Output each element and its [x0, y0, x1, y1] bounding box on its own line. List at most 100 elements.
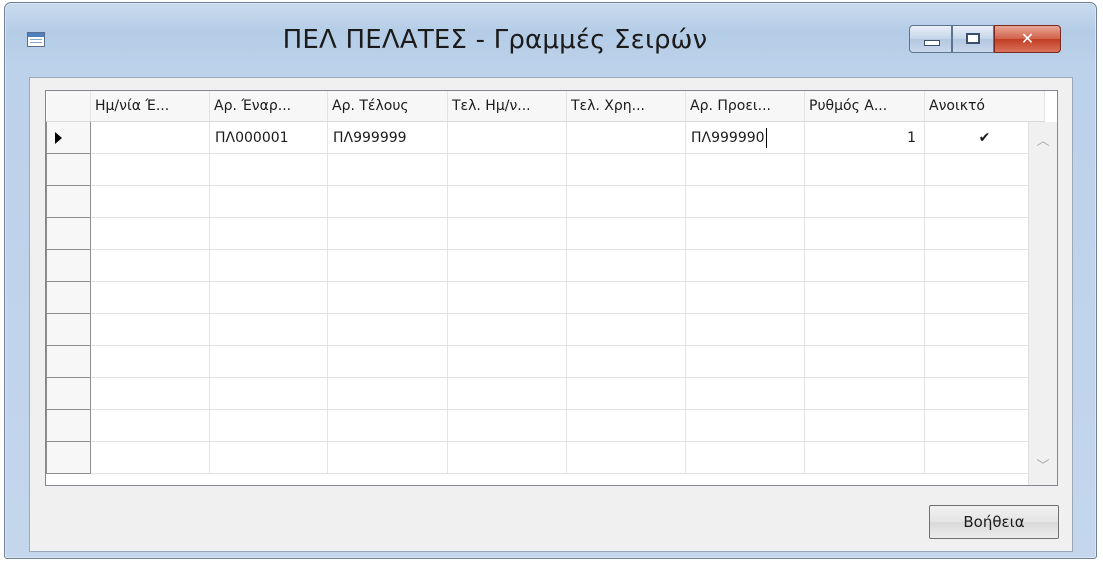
grid-cell[interactable] — [685, 153, 805, 186]
grid-cell[interactable] — [90, 345, 210, 378]
scroll-down-icon[interactable]: ﹀ — [1029, 453, 1057, 481]
grid-cell[interactable] — [566, 217, 686, 250]
grid-cell[interactable] — [566, 313, 686, 346]
grid-cell[interactable] — [685, 441, 805, 474]
grid-cell[interactable] — [90, 441, 210, 474]
grid-cell[interactable] — [90, 153, 210, 186]
grid-cell[interactable] — [447, 281, 567, 314]
grid-cell[interactable] — [685, 377, 805, 410]
grid-cell[interactable] — [804, 185, 925, 218]
table-row[interactable] — [46, 281, 1045, 314]
grid-cell[interactable] — [447, 441, 567, 474]
cell-start-no[interactable]: ΠΛ000001 — [209, 121, 328, 154]
grid-cell[interactable] — [209, 185, 328, 218]
column-header-warning-no[interactable]: Αρ. Προει... — [685, 91, 805, 122]
grid-cell[interactable] — [804, 281, 925, 314]
table-row[interactable] — [46, 313, 1045, 346]
grid-cell[interactable] — [566, 441, 686, 474]
grid-cell[interactable] — [804, 313, 925, 346]
grid-cell[interactable] — [327, 281, 448, 314]
grid-cell[interactable] — [90, 217, 210, 250]
column-header-date[interactable]: Ημ/νία Έ... — [90, 91, 210, 122]
grid-cell[interactable] — [447, 153, 567, 186]
cell-end-no[interactable]: ΠΛ999999 — [327, 121, 448, 154]
table-row[interactable] — [46, 185, 1045, 218]
table-row[interactable] — [46, 217, 1045, 250]
table-row[interactable] — [46, 153, 1045, 186]
grid-cell[interactable] — [804, 377, 925, 410]
grid-cell[interactable] — [90, 185, 210, 218]
grid-cell[interactable] — [685, 249, 805, 282]
table-row[interactable] — [46, 249, 1045, 282]
grid-cell[interactable] — [209, 249, 328, 282]
help-button[interactable]: Βοήθεια — [929, 505, 1059, 539]
grid-cell[interactable] — [566, 185, 686, 218]
grid-cell[interactable] — [685, 185, 805, 218]
grid-cell[interactable] — [804, 441, 925, 474]
grid-cell[interactable] — [924, 441, 1045, 474]
table-form-icon[interactable] — [27, 32, 45, 47]
grid-cell[interactable] — [209, 217, 328, 250]
grid-cell[interactable] — [447, 217, 567, 250]
grid-cell[interactable] — [447, 345, 567, 378]
row-selector[interactable] — [46, 249, 91, 282]
grid-cell[interactable] — [804, 217, 925, 250]
cell-open-checkbox[interactable]: ✔ — [924, 121, 1045, 154]
row-selector[interactable] — [46, 281, 91, 314]
column-header-last-date[interactable]: Τελ. Ημ/ν... — [447, 91, 567, 122]
grid-cell[interactable] — [209, 441, 328, 474]
grid-cell[interactable] — [685, 345, 805, 378]
grid-cell[interactable] — [327, 409, 448, 442]
cell-date[interactable] — [90, 121, 210, 154]
grid-cell[interactable] — [685, 217, 805, 250]
cell-last-date[interactable] — [447, 121, 567, 154]
column-header-end-no[interactable]: Αρ. Τέλους — [327, 91, 448, 122]
grid-cell[interactable] — [924, 185, 1045, 218]
grid-cell[interactable] — [447, 409, 567, 442]
row-selector[interactable] — [46, 409, 91, 442]
grid-cell[interactable] — [566, 281, 686, 314]
grid-cell[interactable] — [90, 281, 210, 314]
grid-cell[interactable] — [209, 409, 328, 442]
row-selector[interactable] — [46, 153, 91, 186]
grid-cell[interactable] — [804, 345, 925, 378]
column-header-open[interactable]: Ανοικτό — [924, 91, 1045, 122]
row-selector[interactable] — [46, 377, 91, 410]
grid-cell[interactable] — [566, 345, 686, 378]
cell-warning-no[interactable]: ΠΛ999990 — [685, 121, 805, 154]
grid-cell[interactable] — [924, 345, 1045, 378]
row-selector[interactable] — [46, 121, 91, 154]
grid-cell[interactable] — [566, 377, 686, 410]
vertical-scrollbar[interactable]: ︿ ﹀ — [1028, 122, 1057, 485]
grid-cell[interactable] — [924, 153, 1045, 186]
grid-cell[interactable] — [566, 249, 686, 282]
grid-cell[interactable] — [327, 249, 448, 282]
title-bar[interactable]: ΠΕΛ ΠΕΛΑΤΕΣ - Γραμμές Σειρών ✕ — [5, 3, 1096, 81]
grid-cell[interactable] — [327, 313, 448, 346]
column-header-last-used[interactable]: Τελ. Χρη... — [566, 91, 686, 122]
table-row[interactable] — [46, 441, 1045, 474]
grid-cell[interactable] — [924, 249, 1045, 282]
grid-cell[interactable] — [924, 281, 1045, 314]
row-selector[interactable] — [46, 313, 91, 346]
grid-cell[interactable] — [447, 313, 567, 346]
close-button[interactable]: ✕ — [994, 25, 1061, 53]
grid-cell[interactable] — [327, 185, 448, 218]
table-row[interactable] — [46, 345, 1045, 378]
grid-cell[interactable] — [327, 153, 448, 186]
grid-cell[interactable] — [90, 313, 210, 346]
grid-cell[interactable] — [566, 153, 686, 186]
table-row[interactable] — [46, 409, 1045, 442]
cell-increment[interactable]: 1 — [804, 121, 925, 154]
maximize-button[interactable] — [952, 25, 994, 53]
grid-cell[interactable] — [924, 313, 1045, 346]
grid-cell[interactable] — [924, 217, 1045, 250]
grid-cell[interactable] — [924, 409, 1045, 442]
grid-cell[interactable] — [90, 409, 210, 442]
scroll-up-icon[interactable]: ︿ — [1029, 128, 1057, 156]
grid-cell[interactable] — [685, 409, 805, 442]
grid-cell[interactable] — [327, 441, 448, 474]
row-selector[interactable] — [46, 185, 91, 218]
grid-cell[interactable] — [327, 377, 448, 410]
cell-last-used[interactable] — [566, 121, 686, 154]
